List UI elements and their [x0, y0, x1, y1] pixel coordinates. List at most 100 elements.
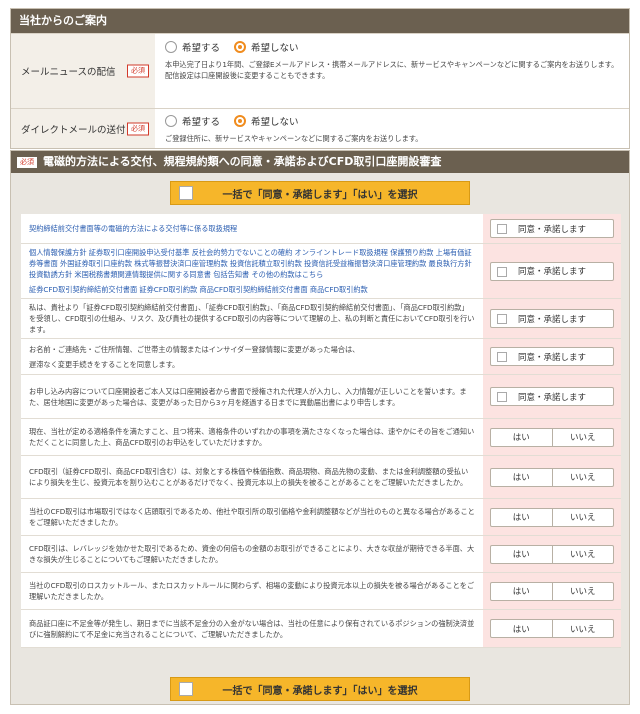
consent-item-text: 現在、当社が定める適格条件を満たすこと、且つ将来、適格条件のいずれかの事項を満た… [21, 419, 483, 455]
direct-mail-label-cell: ダイレクトメールの送付 必須 [11, 109, 155, 148]
agree-label: 同意・承諾します [517, 352, 586, 363]
consent-item-line: 遅滞なく変更手続きをすることを同意します。 [29, 359, 180, 369]
consent-item: 私は、貴社より「証券CFD取引契約締結前交付書面」、「証券CFD取引約款」、「商… [21, 299, 621, 339]
consent-item-action: はい いいえ [483, 456, 621, 498]
radio-button[interactable] [165, 41, 177, 53]
direct-mail-label: ダイレクトメールの送付 [21, 124, 126, 136]
radio-button-selected[interactable] [234, 115, 247, 127]
yes-no-toggle: はい いいえ [490, 427, 614, 447]
bulk-bottom-wrap: 一括で「同意・承諾します」「はい」を選択 [11, 673, 629, 705]
yes-button[interactable]: はい [491, 469, 552, 486]
consent-item-line: 商品証口座に不足金等が発生し、期日までに当該不足金分の入金がない場合は、当社の任… [29, 618, 475, 639]
agree-label: 同意・承諾します [517, 314, 586, 325]
agree-label: 同意・承諾します [517, 267, 586, 277]
consent-item: お申し込み内容について口座開設者ご本人又は口座開設者から書面で授権された代理人が… [21, 375, 621, 419]
yes-button[interactable]: はい [491, 620, 552, 637]
bulk-select-button-bottom[interactable]: 一括で「同意・承諾します」「はい」を選択 [170, 677, 470, 701]
checkbox[interactable] [497, 314, 507, 324]
mail-news-value: 希望する 希望しない 本申込完了日より1年間、ご登録Eメールアドレス・携帯メール… [155, 34, 629, 108]
consent-item-line: 当社のCFD取引のロスカットルール、またロスカットルールに関わらず、相場の変動に… [29, 581, 475, 601]
consent-item: 現在、当社が定める適格条件を満たすこと、且つ将来、適格条件のいずれかの事項を満た… [21, 419, 621, 456]
no-button[interactable]: いいえ [551, 468, 614, 486]
consent-item: CFD取引（証券CFD取引、商品CFD取引含む）は、対象とする株価や株価指数、商… [21, 456, 621, 499]
consent-item-line: お名前・ご連絡先・ご住所情報、ご世帯主の情報またはインサイダー登録情報に変更があ… [29, 344, 360, 354]
consent-item-list: 契約締結前交付書面等の電磁的方法による交付等に係る取扱規程 同意・承諾します 個人情… [21, 214, 621, 648]
consent-item-link[interactable]: 契約締結前交付書面等の電磁的方法による交付等に係る取扱規程 [29, 223, 475, 234]
bulk-select-button-top[interactable]: 一括で「同意・承諾します」「はい」を選択 [170, 181, 470, 205]
yes-button[interactable]: はい [491, 546, 552, 563]
consent-item: 個人情報保護方針 証券取引口座開設申込受付基準 反社会的勢力でないことの確約 オ… [21, 244, 621, 299]
consent-item-link[interactable]: 個人情報保護方針 証券取引口座開設申込受付基準 反社会的勢力でないことの確約 オ… [29, 247, 475, 280]
consent-item-action: 同意・承諾します [483, 214, 621, 243]
no-button[interactable]: いいえ [551, 545, 614, 563]
consent-title: 電磁的方法による交付、規程規約類への同意・承諾およびCFD取引口座開設審査 [43, 155, 442, 168]
no-button[interactable]: いいえ [551, 508, 614, 526]
consent-item: 契約締結前交付書面等の電磁的方法による交付等に係る取扱規程 同意・承諾します [21, 214, 621, 244]
consent-item-text: CFD取引（証券CFD取引、商品CFD取引含む）は、対象とする株価や株価指数、商… [21, 456, 483, 498]
consent-item-action: 同意・承諾します [483, 375, 621, 418]
no-button[interactable]: いいえ [551, 582, 614, 600]
yes-button[interactable]: はい [491, 429, 552, 446]
consent-item-text: 個人情報保護方針 証券取引口座開設申込受付基準 反社会的勢力でないことの確約 オ… [21, 244, 483, 298]
consent-item-text: 当社のCFD取引のロスカットルール、またロスカットルールに関わらず、相場の変動に… [21, 573, 483, 609]
direct-mail-note: ご登録住所に、新サービスやキャンペーンなどに関するご案内をお送りします。 [165, 134, 423, 143]
agree-button[interactable]: 同意・承諾します [490, 219, 614, 238]
consent-item-action: 同意・承諾します [483, 339, 621, 374]
consent-item-text: 商品証口座に不足金等が発生し、期日までに当該不足金分の入金がない場合は、当社の任… [21, 610, 483, 647]
direct-mail-option-yes[interactable]: 希望する [165, 114, 220, 128]
checkbox[interactable] [497, 266, 507, 277]
consent-item: お名前・ご連絡先・ご住所情報、ご世帯主の情報またはインサイダー登録情報に変更があ… [21, 339, 621, 375]
direct-mail-radio-group: 希望する 希望しない [165, 114, 619, 128]
radio-button[interactable] [165, 115, 177, 127]
mail-news-option-yes[interactable]: 希望する [165, 40, 220, 54]
notice-section: 当社からのご案内 メールニュースの配信 必須 希望する 希望しない 本申込完了日… [10, 8, 630, 149]
consent-item-text: CFD取引は、レバレッジを効かせた取引であるため、資金の何倍もの金額のお取引がで… [21, 536, 483, 572]
consent-item-line: お申し込み内容について口座開設者ご本人又は口座開設者から書面で授権された代理人が… [29, 386, 467, 407]
agree-button[interactable]: 同意・承諾します [490, 261, 614, 281]
consent-item-text: お名前・ご連絡先・ご住所情報、ご世帯主の情報またはインサイダー登録情報に変更があ… [21, 339, 483, 374]
consent-item-text: 当社のCFD取引は市場取引ではなく店頭取引であるため、他社や取引所の取引価格や金… [21, 499, 483, 535]
agree-button[interactable]: 同意・承諾します [490, 309, 614, 328]
no-button[interactable]: いいえ [551, 428, 614, 446]
bulk-top-wrap: 一括で「同意・承諾します」「はい」を選択 [11, 173, 629, 213]
checkbox[interactable] [179, 186, 193, 200]
consent-item-action: はい いいえ [483, 573, 621, 609]
required-badge: 必須 [17, 156, 37, 168]
yes-button[interactable]: はい [491, 583, 552, 600]
consent-item: 当社のCFD取引のロスカットルール、またロスカットルールに関わらず、相場の変動に… [21, 573, 621, 610]
mail-news-option-no[interactable]: 希望しない [234, 40, 299, 54]
checkbox[interactable] [179, 682, 193, 696]
mail-news-label: メールニュースの配信 [21, 67, 116, 78]
yes-button[interactable]: はい [491, 509, 552, 526]
consent-item: 商品証口座に不足金等が発生し、期日までに当該不足金分の入金がない場合は、当社の任… [21, 610, 621, 648]
agree-label: 同意・承諾します [517, 224, 586, 235]
notice-title: 当社からのご案内 [11, 9, 629, 33]
agree-button[interactable]: 同意・承諾します [490, 387, 614, 406]
consent-item-text: 契約締結前交付書面等の電磁的方法による交付等に係る取扱規程 [21, 214, 483, 243]
direct-mail-row: ダイレクトメールの送付 必須 希望する 希望しない ご登録住所に、新サービスやキ… [11, 108, 629, 148]
consent-item: CFD取引は、レバレッジを効かせた取引であるため、資金の何倍もの金額のお取引がで… [21, 536, 621, 573]
consent-item-action: 同意・承諾します [483, 244, 621, 298]
mail-news-radio-group: 希望する 希望しない [165, 40, 619, 54]
checkbox[interactable] [497, 224, 507, 234]
yes-no-toggle: はい いいえ [490, 507, 614, 527]
checkbox[interactable] [497, 352, 507, 362]
consent-item-link[interactable]: 証券CFD取引契約締結前交付書面 証券CFD取引約款 商品CFD取引契約締結前交… [29, 284, 475, 295]
consent-item-line: 現在、当社が定める適格条件を満たすこと、且つ将来、適格条件のいずれかの事項を満た… [29, 427, 475, 447]
consent-section: 必須 電磁的方法による交付、規程規約類への同意・承諾およびCFD取引口座開設審査… [10, 150, 630, 705]
direct-mail-value: 希望する 希望しない ご登録住所に、新サービスやキャンペーンなどに関するご案内を… [155, 109, 629, 148]
radio-button-selected[interactable] [234, 41, 247, 53]
mail-news-row: メールニュースの配信 必須 希望する 希望しない 本申込完了日より1年間、ご登録… [11, 33, 629, 108]
consent-item-action: はい いいえ [483, 419, 621, 455]
mail-news-note: 本申込完了日より1年間、ご登録Eメールアドレス・携帯メールアドレスに、新サービス… [165, 60, 619, 80]
consent-item-action: はい いいえ [483, 536, 621, 572]
yes-no-toggle: はい いいえ [490, 619, 614, 638]
consent-item-text: 私は、貴社より「証券CFD取引契約締結前交付書面」、「証券CFD取引約款」、「商… [21, 299, 483, 338]
no-button[interactable]: いいえ [551, 620, 614, 637]
checkbox[interactable] [497, 392, 507, 402]
consent-item-action: はい いいえ [483, 610, 621, 647]
direct-mail-option-no[interactable]: 希望しない [234, 114, 299, 128]
consent-item-action: はい いいえ [483, 499, 621, 535]
agree-button[interactable]: 同意・承諾します [490, 347, 614, 366]
consent-item-line: 私は、貴社より「証券CFD取引契約締結前交付書面」、「証券CFD取引約款」、「商… [29, 303, 475, 334]
